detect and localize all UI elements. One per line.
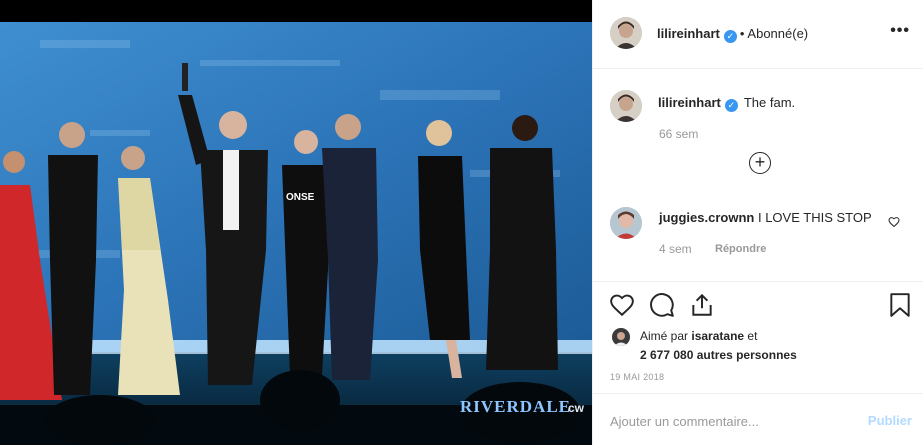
comment-like-heart-icon[interactable] xyxy=(888,215,900,233)
bookmark-icon[interactable] xyxy=(889,292,911,323)
commenter-avatar[interactable] xyxy=(610,207,642,239)
commenter-username[interactable]: juggies.crownn xyxy=(659,210,754,225)
stage-photo-illustration: ONSE RIVERDALE cw xyxy=(0,0,592,445)
separator-dot: • xyxy=(739,26,745,41)
expand-plus-icon[interactable]: + xyxy=(749,152,771,174)
riverdale-watermark: RIVERDALE xyxy=(460,397,571,416)
follow-status-button[interactable]: Abonné(e) xyxy=(747,26,808,41)
reply-button[interactable]: Répondre xyxy=(715,243,766,255)
caption-username[interactable]: lilireinhart xyxy=(658,95,721,110)
heart-icon[interactable] xyxy=(609,292,635,323)
instagram-post-view: ONSE RIVERDALE cw lilireinhart ✓ • Abonn… xyxy=(0,0,923,445)
caption-text: The fam. xyxy=(743,95,796,110)
comment-icon[interactable] xyxy=(649,292,675,323)
share-icon[interactable] xyxy=(689,292,715,323)
liked-by-prefix: Aimé par xyxy=(640,329,689,343)
verified-badge-icon: ✓ xyxy=(723,30,737,43)
header-line: lilireinhart ✓ • Abonné(e) xyxy=(657,26,808,43)
post-photo[interactable]: ONSE RIVERDALE cw xyxy=(0,0,592,445)
svg-text:ONSE: ONSE xyxy=(286,192,315,203)
comment-item: juggies.crownn I LOVE THIS STOP 4 sem Ré… xyxy=(593,200,923,270)
author-avatar[interactable] xyxy=(610,17,642,49)
more-options-icon[interactable]: ••• xyxy=(890,22,910,40)
liked-by-suffix: et xyxy=(747,329,758,343)
caption-avatar[interactable] xyxy=(610,90,642,122)
author-username[interactable]: lilireinhart xyxy=(657,26,720,41)
liker-avatar[interactable] xyxy=(612,328,630,346)
publish-button[interactable]: Publier xyxy=(868,413,912,428)
add-comment-bar: Publier xyxy=(593,393,923,445)
comment-input[interactable] xyxy=(610,411,850,431)
post-sidebar: lilireinhart ✓ • Abonné(e) ••• lilireinhart… xyxy=(592,0,923,445)
cw-watermark: cw xyxy=(568,401,585,415)
verified-badge-icon: ✓ xyxy=(724,99,738,112)
caption-timestamp[interactable]: 66 sem xyxy=(659,127,698,141)
post-header: lilireinhart ✓ • Abonné(e) ••• xyxy=(593,0,923,69)
caption-line: lilireinhart ✓ The fam. xyxy=(658,95,795,112)
comment-timestamp[interactable]: 4 sem xyxy=(659,242,692,256)
liked-by-line: Aimé par isaratane et xyxy=(640,329,757,343)
post-actions: Aimé par isaratane et 2 677 080 autres p… xyxy=(593,281,923,393)
comment-text: I LOVE THIS STOP xyxy=(757,210,872,225)
liker-username[interactable]: isaratane xyxy=(691,329,744,343)
comment-line: juggies.crownn I LOVE THIS STOP xyxy=(659,210,872,225)
other-likers-link[interactable]: 2 677 080 autres personnes xyxy=(640,348,797,362)
post-date[interactable]: 19 MAI 2018 xyxy=(610,372,664,382)
